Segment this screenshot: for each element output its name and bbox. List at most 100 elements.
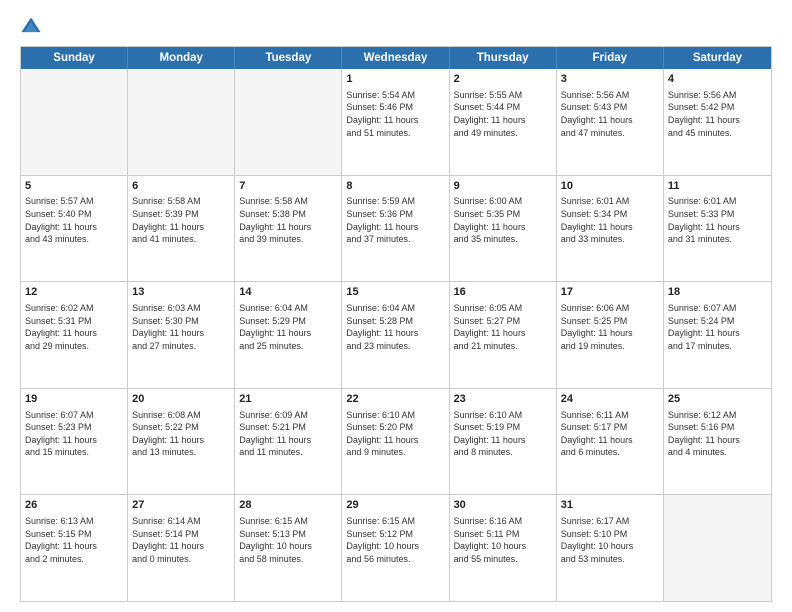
day-number: 12 (25, 285, 123, 300)
calendar-cell: 23 Sunrise: 6:10 AM Sunset: 5:19 PM Dayli… (450, 389, 557, 495)
cell-info: Sunrise: 6:01 AM Sunset: 5:33 PM Dayligh… (668, 195, 767, 245)
day-number: 4 (668, 72, 767, 87)
day-number: 21 (239, 392, 337, 407)
day-number: 28 (239, 498, 337, 513)
cell-info: Sunrise: 5:58 AM Sunset: 5:38 PM Dayligh… (239, 195, 337, 245)
cell-info: Sunrise: 6:04 AM Sunset: 5:28 PM Dayligh… (346, 302, 444, 352)
day-number: 11 (668, 179, 767, 194)
calendar-cell: 17 Sunrise: 6:06 AM Sunset: 5:25 PM Dayli… (557, 282, 664, 388)
cell-info: Sunrise: 6:01 AM Sunset: 5:34 PM Dayligh… (561, 195, 659, 245)
calendar-cell: 18Sunrise: 6:07 AM Sunset: 5:24 PM Dayli… (664, 282, 771, 388)
calendar-cell: 31 Sunrise: 6:17 AM Sunset: 5:10 PM Dayli… (557, 495, 664, 601)
day-number: 24 (561, 392, 659, 407)
day-number: 23 (454, 392, 552, 407)
calendar-cell (664, 495, 771, 601)
calendar: SundayMondayTuesdayWednesdayThursdayFrid… (20, 46, 772, 602)
day-number: 9 (454, 179, 552, 194)
cell-info: Sunrise: 5:56 AM Sunset: 5:43 PM Dayligh… (561, 89, 659, 139)
calendar-cell: 24 Sunrise: 6:11 AM Sunset: 5:17 PM Dayli… (557, 389, 664, 495)
day-number: 6 (132, 179, 230, 194)
calendar-cell: 27Sunrise: 6:14 AM Sunset: 5:14 PM Dayli… (128, 495, 235, 601)
cell-info: Sunrise: 6:00 AM Sunset: 5:35 PM Dayligh… (454, 195, 552, 245)
calendar-cell (21, 69, 128, 175)
day-number: 30 (454, 498, 552, 513)
day-number: 25 (668, 392, 767, 407)
day-number: 8 (346, 179, 444, 194)
cell-info: Sunrise: 6:03 AM Sunset: 5:30 PM Dayligh… (132, 302, 230, 352)
day-number: 29 (346, 498, 444, 513)
cell-info: Sunrise: 6:10 AM Sunset: 5:19 PM Dayligh… (454, 409, 552, 459)
calendar-row-1: 5Sunrise: 5:57 AM Sunset: 5:40 PM Daylig… (21, 175, 771, 282)
calendar-cell: 6Sunrise: 5:58 AM Sunset: 5:39 PM Daylig… (128, 176, 235, 282)
calendar-cell: 13 Sunrise: 6:03 AM Sunset: 5:30 PM Dayli… (128, 282, 235, 388)
weekday-header-monday: Monday (128, 47, 235, 69)
day-number: 18 (668, 285, 767, 300)
weekday-header-wednesday: Wednesday (342, 47, 449, 69)
calendar-cell: 10Sunrise: 6:01 AM Sunset: 5:34 PM Dayli… (557, 176, 664, 282)
weekday-header-saturday: Saturday (664, 47, 771, 69)
calendar-cell (235, 69, 342, 175)
cell-info: Sunrise: 6:15 AM Sunset: 5:12 PM Dayligh… (346, 515, 444, 565)
calendar-row-3: 19 Sunrise: 6:07 AM Sunset: 5:23 PM Dayli… (21, 388, 771, 495)
cell-info: Sunrise: 6:08 AM Sunset: 5:22 PM Dayligh… (132, 409, 230, 459)
calendar-cell: 7Sunrise: 5:58 AM Sunset: 5:38 PM Daylig… (235, 176, 342, 282)
cell-info: Sunrise: 6:11 AM Sunset: 5:17 PM Dayligh… (561, 409, 659, 459)
day-number: 15 (346, 285, 444, 300)
day-number: 26 (25, 498, 123, 513)
day-number: 2 (454, 72, 552, 87)
day-number: 3 (561, 72, 659, 87)
calendar-cell: 5Sunrise: 5:57 AM Sunset: 5:40 PM Daylig… (21, 176, 128, 282)
day-number: 31 (561, 498, 659, 513)
cell-info: Sunrise: 5:57 AM Sunset: 5:40 PM Dayligh… (25, 195, 123, 245)
calendar-cell: 30 Sunrise: 6:16 AM Sunset: 5:11 PM Dayli… (450, 495, 557, 601)
page: SundayMondayTuesdayWednesdayThursdayFrid… (0, 0, 792, 612)
day-number: 1 (346, 72, 444, 87)
cell-info: Sunrise: 6:16 AM Sunset: 5:11 PM Dayligh… (454, 515, 552, 565)
header (20, 16, 772, 38)
cell-info: Sunrise: 5:54 AM Sunset: 5:46 PM Dayligh… (346, 89, 444, 139)
cell-info: Sunrise: 6:04 AM Sunset: 5:29 PM Dayligh… (239, 302, 337, 352)
calendar-cell: 9Sunrise: 6:00 AM Sunset: 5:35 PM Daylig… (450, 176, 557, 282)
cell-info: Sunrise: 5:55 AM Sunset: 5:44 PM Dayligh… (454, 89, 552, 139)
calendar-cell: 3 Sunrise: 5:56 AM Sunset: 5:43 PM Daylig… (557, 69, 664, 175)
day-number: 17 (561, 285, 659, 300)
cell-info: Sunrise: 6:06 AM Sunset: 5:25 PM Dayligh… (561, 302, 659, 352)
calendar-cell: 11Sunrise: 6:01 AM Sunset: 5:33 PM Dayli… (664, 176, 771, 282)
logo-icon (20, 16, 42, 38)
calendar-cell: 21Sunrise: 6:09 AM Sunset: 5:21 PM Dayli… (235, 389, 342, 495)
cell-info: Sunrise: 6:12 AM Sunset: 5:16 PM Dayligh… (668, 409, 767, 459)
calendar-cell: 1 Sunrise: 5:54 AM Sunset: 5:46 PM Daylig… (342, 69, 449, 175)
calendar-cell: 28 Sunrise: 6:15 AM Sunset: 5:13 PM Dayli… (235, 495, 342, 601)
day-number: 19 (25, 392, 123, 407)
day-number: 5 (25, 179, 123, 194)
calendar-cell: 22 Sunrise: 6:10 AM Sunset: 5:20 PM Dayli… (342, 389, 449, 495)
day-number: 13 (132, 285, 230, 300)
cell-info: Sunrise: 6:05 AM Sunset: 5:27 PM Dayligh… (454, 302, 552, 352)
calendar-cell (128, 69, 235, 175)
logo (20, 16, 50, 38)
calendar-cell: 15 Sunrise: 6:04 AM Sunset: 5:28 PM Dayli… (342, 282, 449, 388)
day-number: 20 (132, 392, 230, 407)
calendar-header: SundayMondayTuesdayWednesdayThursdayFrid… (21, 47, 771, 69)
cell-info: Sunrise: 6:17 AM Sunset: 5:10 PM Dayligh… (561, 515, 659, 565)
calendar-cell: 4 Sunrise: 5:56 AM Sunset: 5:42 PM Daylig… (664, 69, 771, 175)
calendar-row-2: 12 Sunrise: 6:02 AM Sunset: 5:31 PM Dayli… (21, 281, 771, 388)
day-number: 22 (346, 392, 444, 407)
calendar-cell: 20 Sunrise: 6:08 AM Sunset: 5:22 PM Dayli… (128, 389, 235, 495)
cell-info: Sunrise: 5:56 AM Sunset: 5:42 PM Dayligh… (668, 89, 767, 139)
cell-info: Sunrise: 6:10 AM Sunset: 5:20 PM Dayligh… (346, 409, 444, 459)
cell-info: Sunrise: 6:07 AM Sunset: 5:23 PM Dayligh… (25, 409, 123, 459)
weekday-header-sunday: Sunday (21, 47, 128, 69)
calendar-cell: 12 Sunrise: 6:02 AM Sunset: 5:31 PM Dayli… (21, 282, 128, 388)
calendar-cell: 2 Sunrise: 5:55 AM Sunset: 5:44 PM Daylig… (450, 69, 557, 175)
calendar-cell: 8Sunrise: 5:59 AM Sunset: 5:36 PM Daylig… (342, 176, 449, 282)
calendar-cell: 25 Sunrise: 6:12 AM Sunset: 5:16 PM Dayli… (664, 389, 771, 495)
cell-info: Sunrise: 5:59 AM Sunset: 5:36 PM Dayligh… (346, 195, 444, 245)
cell-info: Sunrise: 6:15 AM Sunset: 5:13 PM Dayligh… (239, 515, 337, 565)
cell-info: Sunrise: 6:02 AM Sunset: 5:31 PM Dayligh… (25, 302, 123, 352)
cell-info: Sunrise: 6:13 AM Sunset: 5:15 PM Dayligh… (25, 515, 123, 565)
weekday-header-thursday: Thursday (450, 47, 557, 69)
weekday-header-friday: Friday (557, 47, 664, 69)
day-number: 10 (561, 179, 659, 194)
calendar-cell: 16Sunrise: 6:05 AM Sunset: 5:27 PM Dayli… (450, 282, 557, 388)
